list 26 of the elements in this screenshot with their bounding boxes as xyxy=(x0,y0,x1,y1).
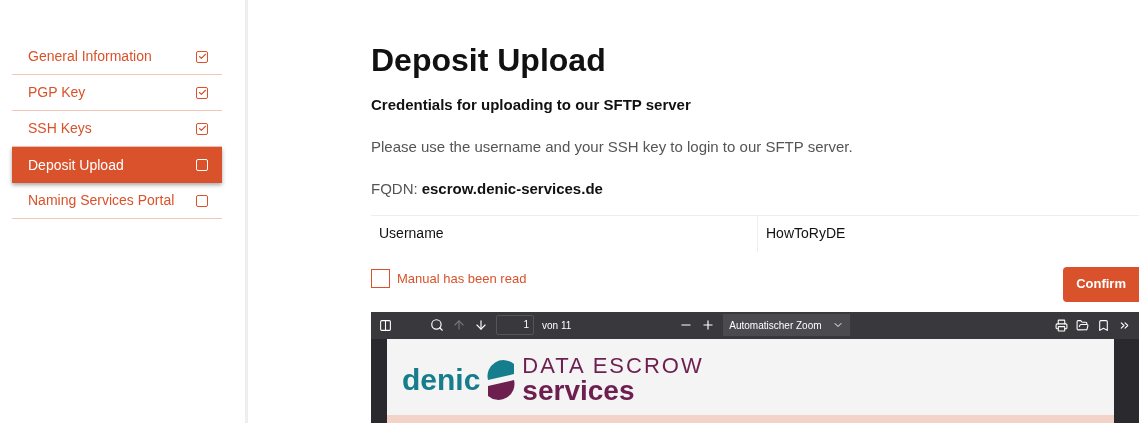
bookmark-icon[interactable] xyxy=(1097,318,1110,332)
page-count: von 11 xyxy=(542,318,572,333)
section-subtitle: Credentials for uploading to our SFTP server xyxy=(371,95,691,115)
sidebar-item[interactable]: Deposit Upload xyxy=(12,147,222,183)
sidebar-toggle-icon[interactable] xyxy=(379,318,392,332)
manual-checkbox[interactable]: Manual has been read xyxy=(371,268,527,288)
description-text: Please use the username and your SSH key to login to our SFTP server. xyxy=(371,136,853,157)
sidebar-item[interactable]: Naming Services Portal xyxy=(12,183,222,219)
search-icon[interactable] xyxy=(430,318,444,332)
fqdn-value: escrow.denic-services.de xyxy=(421,179,603,199)
logo-line-text: DATA ESCROW xyxy=(522,354,704,377)
logo-brand-text: denic xyxy=(402,362,481,398)
page-number-field[interactable]: 1 xyxy=(496,315,534,335)
table-cell: Username xyxy=(371,215,758,252)
logo-line-text: services xyxy=(522,376,636,405)
table-cell-text: HowToRyDE xyxy=(765,224,847,243)
zoom-in-icon[interactable] xyxy=(701,318,716,332)
folder-icon[interactable] xyxy=(1076,318,1089,332)
page-title: Deposit Upload xyxy=(371,41,606,80)
confirm-button[interactable]: Confirm xyxy=(1063,266,1139,302)
arrow-down-icon[interactable] xyxy=(474,318,488,332)
sidebar-item[interactable]: PGP Key xyxy=(12,75,222,111)
print-icon[interactable] xyxy=(1055,318,1068,332)
sidebar-item[interactable]: General Information xyxy=(12,39,222,75)
zoom-select[interactable]: Automatischer Zoom xyxy=(723,314,850,336)
fqdn-label: FQDN: xyxy=(371,179,418,199)
